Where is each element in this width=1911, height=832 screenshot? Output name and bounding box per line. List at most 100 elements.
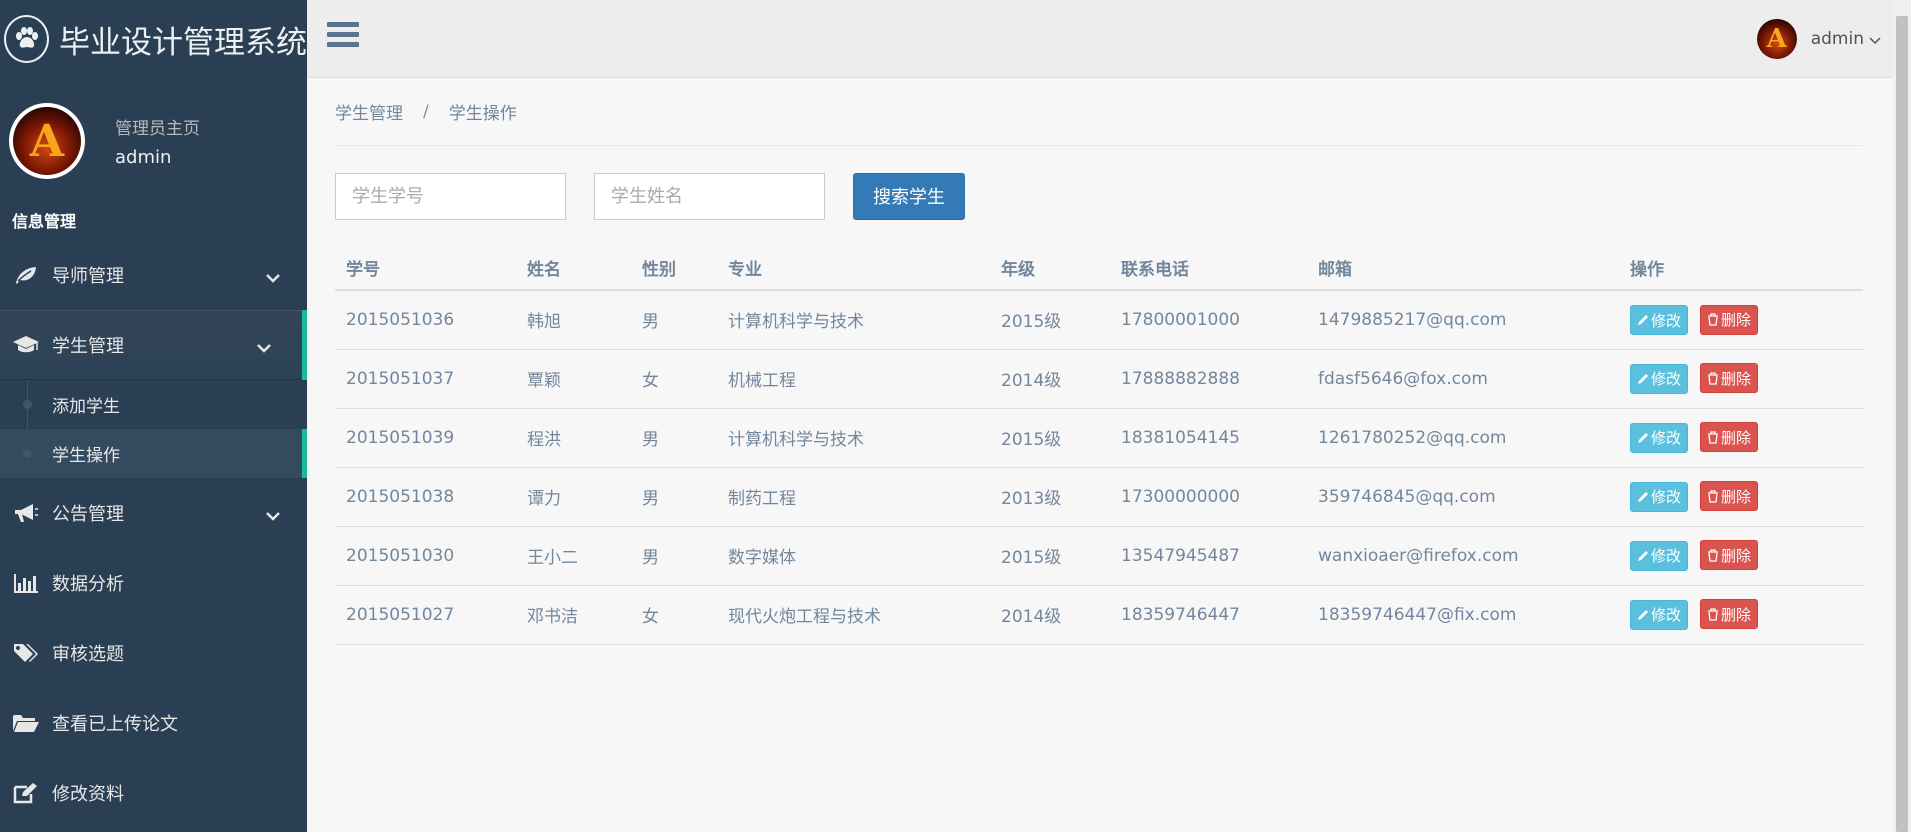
gender-cell: 男 [631, 290, 717, 350]
avatar-letter: A [13, 107, 81, 175]
table-row: 2015051030 王小二男数字媒体 2015级 13547945487 wanxio… [335, 526, 1863, 586]
pencil-icon [1638, 609, 1648, 620]
edit-label: 修改 [1651, 606, 1682, 625]
sidebar-item-papers[interactable]: 查看已上传论文 [0, 688, 307, 758]
trash-icon [1708, 608, 1719, 621]
delete-button[interactable]: 删除 [1700, 304, 1759, 335]
column-header: 邮箱 [1307, 246, 1619, 291]
sidebar-item-label: 查看已上传论文 [52, 714, 178, 735]
student-id-cell: 2015051037 [335, 349, 516, 409]
scrollbar[interactable] [1893, 0, 1911, 832]
column-header: 性别 [631, 246, 717, 291]
phone-cell: 17300000000 [1110, 467, 1307, 527]
delete-label: 删除 [1721, 487, 1752, 506]
delete-button[interactable]: 删除 [1700, 422, 1759, 453]
column-header: 姓名 [516, 246, 631, 291]
search-form: 搜索学生 [335, 172, 1863, 220]
profile-name: admin [115, 147, 172, 168]
profile-welcome: 管理员主页 [115, 119, 200, 139]
sidebar-item-add-student[interactable]: 添加学生 [0, 380, 307, 429]
edit-button[interactable]: 修改 [1630, 540, 1689, 571]
student-id-input[interactable] [335, 172, 566, 220]
breadcrumb-separator: / [423, 101, 429, 122]
sidebar-item-label: 修改资料 [52, 784, 124, 805]
student-name-cell: 韩旭 [516, 290, 631, 350]
phone-cell: 18381054145 [1110, 408, 1307, 468]
student-id-cell: 2015051027 [335, 585, 516, 645]
scroll-thumb[interactable] [1896, 16, 1908, 832]
brand[interactable]: 毕业设计管理系统 [0, 0, 307, 78]
edit-button[interactable]: 修改 [1630, 305, 1689, 335]
trash-icon [1708, 431, 1719, 444]
search-student-button[interactable]: 搜索学生 [853, 172, 965, 220]
student-name-cell: 王小二 [516, 526, 631, 586]
edit-label: 修改 [1651, 547, 1682, 566]
pencil-icon [1638, 491, 1648, 502]
sidebar-item-student[interactable]: 学生管理 [0, 310, 307, 380]
delete-button[interactable]: 删除 [1700, 540, 1759, 571]
sidebar-item-edit-profile[interactable]: 修改资料 [0, 758, 307, 828]
column-header: 联系电话 [1110, 246, 1307, 291]
actions-cell: 修改 删除 [1619, 467, 1863, 527]
actions-cell: 修改 删除 [1619, 408, 1863, 468]
grade-cell: 2015级 [990, 408, 1110, 468]
sidebar-item-student-operation[interactable]: 学生操作 [0, 429, 307, 478]
edit-button[interactable]: 修改 [1630, 422, 1689, 453]
user-menu[interactable]: A admin [1756, 19, 1881, 59]
folder-open-icon [12, 711, 40, 735]
bullet-dot [23, 400, 32, 409]
sidebar-item-label: 公告管理 [52, 504, 124, 525]
delete-label: 删除 [1721, 428, 1752, 447]
breadcrumb-current: 学生操作 [448, 104, 517, 124]
sidebar-item-label: 学生操作 [52, 446, 120, 466]
grade-cell: 2014级 [990, 349, 1110, 409]
student-id-cell: 2015051036 [335, 290, 516, 350]
delete-button[interactable]: 删除 [1700, 481, 1759, 512]
major-cell: 计算机科学与技术 [717, 290, 990, 350]
sidebar-item-teacher[interactable]: 导师管理 [0, 240, 307, 310]
grade-cell: 2014级 [990, 585, 1110, 645]
sidebar-item-review-topics[interactable]: 审核选题 [0, 618, 307, 688]
edit-label: 修改 [1651, 488, 1682, 507]
student-table: 学号 姓名 性别 专业 年级 联系电话 邮箱 操作 2015051036 韩旭男计… [335, 246, 1863, 645]
delete-button[interactable]: 删除 [1700, 363, 1759, 394]
trash-icon [1708, 313, 1719, 326]
pencil-icon [1638, 432, 1648, 443]
user-avatar: A [1756, 19, 1797, 59]
delete-label: 删除 [1721, 546, 1752, 565]
grade-cell: 2015级 [990, 526, 1110, 586]
main-content: 学生管理 / 学生操作 搜索学生 学号 姓名 性别 专业 年级 联系电话 邮箱 … [335, 78, 1863, 645]
delete-button[interactable]: 删除 [1700, 599, 1759, 630]
sidebar-item-analysis[interactable]: 数据分析 [0, 548, 307, 618]
email-cell: wanxioaer@firefox.com [1307, 526, 1619, 586]
bullhorn-icon [12, 501, 40, 525]
edit-button[interactable]: 修改 [1630, 599, 1689, 630]
table-row: 2015051027 邓书洁女现代火炮工程与技术 2014级 18359746447 1… [335, 585, 1863, 645]
major-cell: 计算机科学与技术 [717, 408, 990, 468]
email-cell: 18359746447@fix.com [1307, 585, 1619, 645]
column-header: 操作 [1619, 246, 1863, 291]
breadcrumb-parent[interactable]: 学生管理 [335, 99, 403, 124]
actions-cell: 修改 删除 [1619, 349, 1863, 409]
leaf-icon [12, 263, 40, 287]
student-name-cell: 覃颖 [516, 349, 631, 409]
phone-cell: 17888882888 [1110, 349, 1307, 409]
bar-chart-icon [12, 571, 40, 595]
edit-icon [12, 781, 40, 805]
sidebar-item-notice[interactable]: 公告管理 [0, 478, 307, 548]
column-header: 年级 [990, 246, 1110, 291]
grade-cell: 2013级 [990, 467, 1110, 527]
gender-cell: 女 [631, 585, 717, 645]
edit-button[interactable]: 修改 [1630, 481, 1689, 512]
table-row: 2015051036 韩旭男计算机科学与技术 2015级 17800001000 147… [335, 290, 1863, 350]
trash-icon [1708, 549, 1719, 562]
edit-button[interactable]: 修改 [1630, 363, 1689, 394]
sidebar-item-label: 添加学生 [52, 397, 120, 417]
menu-toggle-icon[interactable] [327, 22, 359, 52]
student-name-input[interactable] [594, 172, 825, 220]
gender-cell: 男 [631, 408, 717, 468]
edit-label: 修改 [1651, 429, 1682, 448]
graduation-cap-icon [12, 333, 40, 357]
gender-cell: 女 [631, 349, 717, 409]
email-cell: 1261780252@qq.com [1307, 408, 1619, 468]
